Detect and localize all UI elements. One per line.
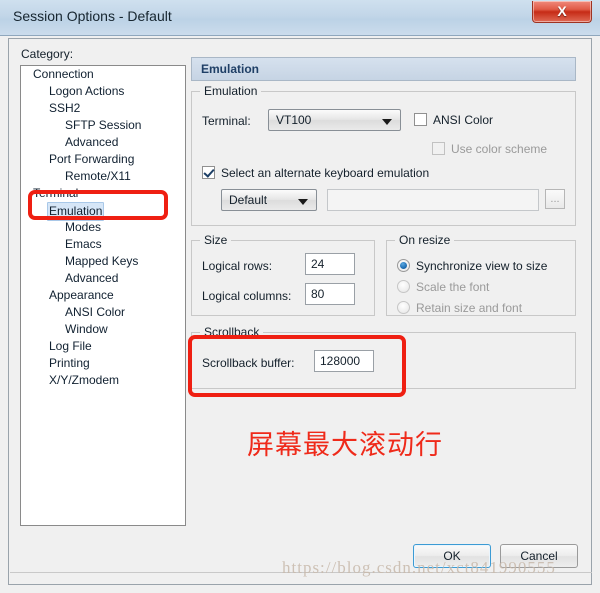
annotation-note: 屏幕最大滚动行 bbox=[247, 430, 443, 461]
use-color-scheme-label: Use color scheme bbox=[451, 142, 548, 156]
alt-keyboard-checkbox[interactable] bbox=[202, 166, 215, 179]
sidebar-item-label: SFTP Session bbox=[65, 118, 142, 132]
chevron-down-icon bbox=[382, 119, 392, 125]
sidebar-item-label: X/Y/Zmodem bbox=[49, 373, 120, 387]
keymap-combo-value: Default bbox=[229, 193, 268, 207]
sidebar-item-remote-x11[interactable]: Remote/X11 bbox=[21, 168, 185, 185]
ansi-color-checkbox[interactable] bbox=[414, 113, 427, 126]
resize-radio-2[interactable] bbox=[397, 301, 410, 314]
keymap-file-input[interactable] bbox=[327, 189, 539, 211]
sidebar-item-label: Advanced bbox=[65, 271, 119, 285]
sidebar-item-appearance[interactable]: Appearance bbox=[21, 287, 185, 304]
logical-rows-label: Logical rows: bbox=[202, 259, 273, 273]
resize-radio-label-0: Synchronize view to size bbox=[416, 259, 548, 273]
sidebar-item-label: Mapped Keys bbox=[65, 254, 139, 268]
sidebar-item-label: Logon Actions bbox=[49, 84, 125, 98]
keymap-combo[interactable]: Default bbox=[221, 189, 317, 211]
keymap-browse-button[interactable]: ... bbox=[545, 189, 565, 209]
sidebar-item-label: Appearance bbox=[49, 288, 114, 302]
chevron-down-icon bbox=[298, 199, 308, 205]
sidebar-item-label: Printing bbox=[49, 356, 90, 370]
sidebar-item-terminal[interactable]: Terminal bbox=[21, 185, 185, 202]
use-color-scheme-checkbox[interactable] bbox=[432, 142, 445, 155]
sidebar-item-advanced[interactable]: Advanced bbox=[21, 270, 185, 287]
panel-header: Emulation bbox=[191, 57, 576, 81]
scrollback-buffer-value: 128000 bbox=[320, 354, 361, 368]
sidebar-item-connection[interactable]: Connection bbox=[21, 66, 185, 83]
terminal-combo[interactable]: VT100 bbox=[268, 109, 401, 131]
panel-title: Emulation bbox=[201, 62, 260, 76]
logical-columns-label: Logical columns: bbox=[202, 289, 292, 303]
on-resize-group: On resize Synchronize view to size Scale … bbox=[386, 233, 576, 316]
logical-columns-value: 80 bbox=[311, 287, 325, 301]
sidebar-item-emacs[interactable]: Emacs bbox=[21, 236, 185, 253]
sidebar-item-label: Advanced bbox=[65, 135, 119, 149]
sidebar-item-label: Connection bbox=[33, 67, 94, 81]
scrollback-buffer-label: Scrollback buffer: bbox=[202, 356, 295, 370]
logical-rows-value: 24 bbox=[311, 257, 325, 271]
resize-radio-0[interactable] bbox=[397, 259, 410, 272]
close-icon: X bbox=[557, 3, 567, 19]
sidebar-item-label: ANSI Color bbox=[65, 305, 126, 319]
dialog-content: Category: Connection Logon Actions SSH2 SFT… bbox=[8, 38, 592, 585]
sidebar-item-logon-actions[interactable]: Logon Actions bbox=[21, 83, 185, 100]
emulation-group-title: Emulation bbox=[200, 84, 262, 98]
ansi-color-label: ANSI Color bbox=[433, 113, 494, 127]
category-tree[interactable]: Connection Logon Actions SSH2 SFTP Session A… bbox=[20, 65, 186, 526]
sidebar-item-port-forwarding[interactable]: Port Forwarding bbox=[21, 151, 185, 168]
size-group: Size Logical rows: 24 Logical columns: 8… bbox=[191, 233, 375, 316]
scrollback-group: Scrollback Scrollback buffer: 128000 bbox=[191, 325, 576, 389]
emulation-group: Emulation Terminal: VT100 ANSI Color Use… bbox=[191, 84, 576, 226]
sidebar-item-label: Window bbox=[65, 322, 108, 336]
sidebar-item-label: Log File bbox=[49, 339, 92, 353]
sidebar-item-label: SSH2 bbox=[49, 101, 81, 115]
size-group-title: Size bbox=[200, 233, 232, 247]
sidebar-item-advanced[interactable]: Advanced bbox=[21, 134, 185, 151]
on-resize-group-title: On resize bbox=[395, 233, 455, 247]
terminal-label: Terminal: bbox=[202, 114, 251, 128]
sidebar-item-ansi-color[interactable]: ANSI Color bbox=[21, 304, 185, 321]
sidebar-item-label: Terminal bbox=[33, 186, 79, 200]
scrollback-group-title: Scrollback bbox=[200, 325, 264, 339]
sidebar-item-emulation[interactable]: Emulation bbox=[21, 202, 185, 221]
sidebar-item-printing[interactable]: Printing bbox=[21, 355, 185, 372]
close-button[interactable]: X bbox=[532, 1, 592, 23]
watermark-text: https://blog.csdn.net/xct841990555 bbox=[282, 558, 556, 577]
title-bar: Session Options - Default X bbox=[0, 0, 600, 36]
sidebar-item-log-file[interactable]: Log File bbox=[21, 338, 185, 355]
sidebar-item-modes[interactable]: Modes bbox=[21, 219, 185, 236]
logical-columns-input[interactable]: 80 bbox=[305, 283, 355, 305]
session-options-dialog: Session Options - Default X Category: Co… bbox=[0, 0, 600, 593]
sidebar-item-label: Emacs bbox=[65, 237, 102, 251]
window-title: Session Options - Default bbox=[13, 8, 172, 24]
sidebar-item-mapped-keys[interactable]: Mapped Keys bbox=[21, 253, 185, 270]
sidebar-item-ssh2[interactable]: SSH2 bbox=[21, 100, 185, 117]
logical-rows-input[interactable]: 24 bbox=[305, 253, 355, 275]
scrollback-buffer-input[interactable]: 128000 bbox=[314, 350, 374, 372]
alt-keyboard-label: Select an alternate keyboard emulation bbox=[221, 166, 430, 180]
resize-radio-label-1: Scale the font bbox=[416, 280, 490, 294]
category-label: Category: bbox=[21, 47, 74, 61]
sidebar-item-label: Remote/X11 bbox=[65, 169, 131, 183]
sidebar-item-sftp-session[interactable]: SFTP Session bbox=[21, 117, 185, 134]
sidebar-item-window[interactable]: Window bbox=[21, 321, 185, 338]
sidebar-item-label: Port Forwarding bbox=[49, 152, 135, 166]
resize-radio-1[interactable] bbox=[397, 280, 410, 293]
sidebar-item-label: Modes bbox=[65, 220, 102, 234]
sidebar-item-x-y-zmodem[interactable]: X/Y/Zmodem bbox=[21, 372, 185, 389]
terminal-combo-value: VT100 bbox=[276, 113, 312, 127]
resize-radio-label-2: Retain size and font bbox=[416, 301, 523, 315]
